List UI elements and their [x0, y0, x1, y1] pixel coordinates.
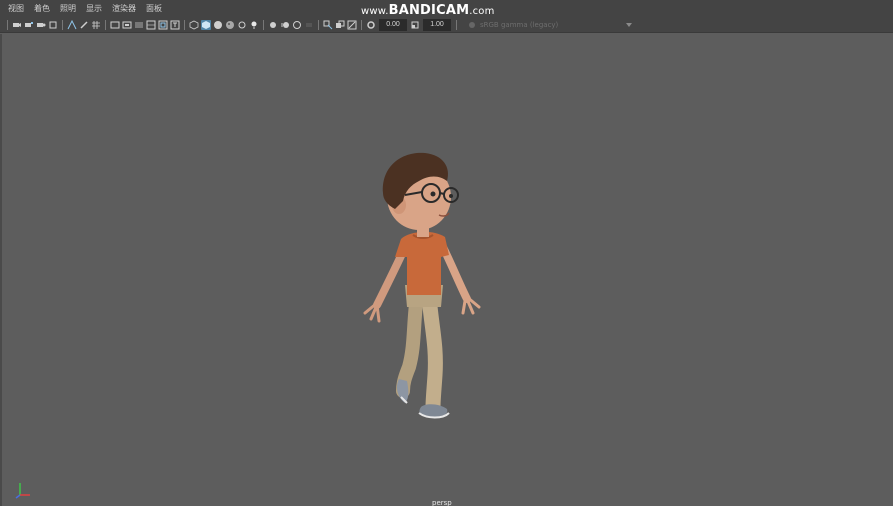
bookmarks-icon[interactable] — [36, 20, 46, 30]
xray-joints-icon[interactable] — [347, 20, 357, 30]
exposure-field[interactable] — [379, 19, 407, 31]
toolbar-separator — [105, 20, 106, 30]
color-space-dropdown[interactable]: sRGB gamma (legacy) — [466, 20, 634, 30]
wireframe-on-shaded-icon[interactable] — [213, 20, 223, 30]
exposure-icon[interactable] — [366, 20, 376, 30]
axis-gizmo-icon — [15, 483, 30, 499]
grease-pencil-icon[interactable] — [79, 20, 89, 30]
menu-view[interactable]: 视图 — [0, 0, 29, 18]
maya-viewport-window: 视图 着色 照明 显示 渲染器 面板 www.BANDICAM.com 0.00… — [0, 0, 893, 506]
toolbar-separator — [456, 20, 457, 30]
grid-toggle-icon[interactable] — [91, 20, 101, 30]
menu-lighting[interactable]: 照明 — [55, 0, 81, 18]
toolbar-separator — [7, 20, 8, 30]
menu-renderer[interactable]: 渲染器 — [107, 0, 141, 18]
panel-menu-bar: 视图 着色 照明 显示 渲染器 面板 — [0, 0, 893, 18]
menu-panels[interactable]: 面板 — [141, 0, 167, 18]
field-chart-icon[interactable] — [146, 20, 156, 30]
camera-attributes-icon[interactable] — [24, 20, 34, 30]
wireframe-icon[interactable] — [189, 20, 199, 30]
xray-icon[interactable] — [335, 20, 345, 30]
shadows-icon[interactable] — [249, 20, 259, 30]
toolbar-separator — [361, 20, 362, 30]
boy-character-model[interactable] — [355, 145, 495, 430]
safe-action-icon[interactable] — [158, 20, 168, 30]
resolution-gate-icon[interactable] — [122, 20, 132, 30]
panel-toolbar: sRGB gamma (legacy) — [0, 18, 893, 33]
chevron-down-icon — [626, 23, 632, 27]
menu-show[interactable]: 显示 — [81, 0, 107, 18]
camera-name-label: persp — [432, 499, 452, 506]
textured-icon[interactable] — [225, 20, 235, 30]
toolbar-separator — [62, 20, 63, 30]
depth-of-field-icon[interactable] — [304, 20, 314, 30]
toolbar-separator — [184, 20, 185, 30]
image-plane-icon[interactable] — [48, 20, 58, 30]
motion-blur-icon[interactable] — [280, 20, 290, 30]
2d-pan-zoom-icon[interactable] — [67, 20, 77, 30]
toolbar-separator — [263, 20, 264, 30]
gamma-field[interactable] — [423, 19, 451, 31]
menu-shading[interactable]: 着色 — [29, 0, 55, 18]
color-management-icon — [469, 22, 475, 28]
select-camera-icon[interactable] — [12, 20, 22, 30]
smooth-shade-icon[interactable] — [201, 20, 211, 30]
toolbar-separator — [318, 20, 319, 30]
color-space-value: sRGB gamma (legacy) — [480, 21, 559, 29]
multisample-aa-icon[interactable] — [292, 20, 302, 30]
gate-mask-icon[interactable] — [134, 20, 144, 30]
use-all-lights-icon[interactable] — [237, 20, 247, 30]
safe-title-icon[interactable] — [170, 20, 180, 30]
film-gate-icon[interactable] — [110, 20, 120, 30]
isolate-select-icon[interactable] — [323, 20, 333, 30]
screen-space-ao-icon[interactable] — [268, 20, 278, 30]
gamma-icon[interactable] — [410, 20, 420, 30]
